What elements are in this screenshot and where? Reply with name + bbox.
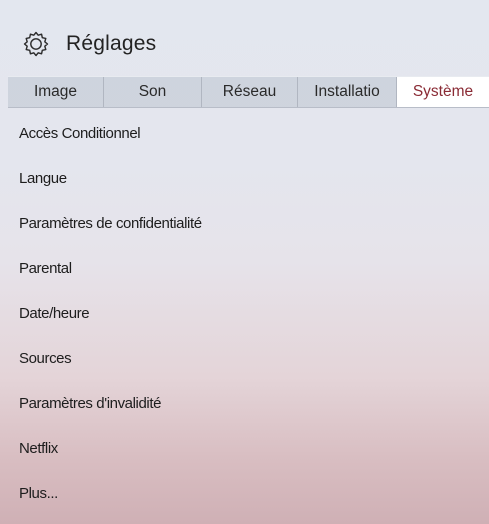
menu-item-sources[interactable]: Sources: [8, 349, 489, 394]
menu-item-plus[interactable]: Plus...: [8, 484, 489, 524]
menu-item-langue[interactable]: Langue: [8, 169, 489, 214]
menu-item-acces-conditionnel[interactable]: Accès Conditionnel: [8, 124, 489, 169]
page-title: Réglages: [66, 32, 157, 55]
tab-son[interactable]: Son: [104, 77, 202, 107]
tab-installation[interactable]: Installatio: [298, 77, 397, 107]
menu-item-parametres-invalidite[interactable]: Paramètres d'invalidité: [8, 394, 489, 439]
menu-item-parametres-confidentialite[interactable]: Paramètres de confidentialité: [8, 214, 489, 259]
settings-header: Réglages: [8, 14, 489, 76]
menu-item-date-heure[interactable]: Date/heure: [8, 304, 489, 349]
tab-reseau[interactable]: Réseau: [202, 77, 298, 107]
settings-tabs: Image Son Réseau Installatio Système: [8, 76, 489, 108]
menu-item-netflix[interactable]: Netflix: [8, 439, 489, 484]
gear-icon: [22, 30, 50, 58]
tab-image[interactable]: Image: [8, 77, 104, 107]
menu-item-parental[interactable]: Parental: [8, 259, 489, 304]
tab-systeme[interactable]: Système: [397, 77, 489, 107]
settings-panel: Réglages Image Son Réseau Installatio Sy…: [8, 14, 489, 524]
system-menu-list: Accès Conditionnel Langue Paramètres de …: [8, 124, 489, 524]
